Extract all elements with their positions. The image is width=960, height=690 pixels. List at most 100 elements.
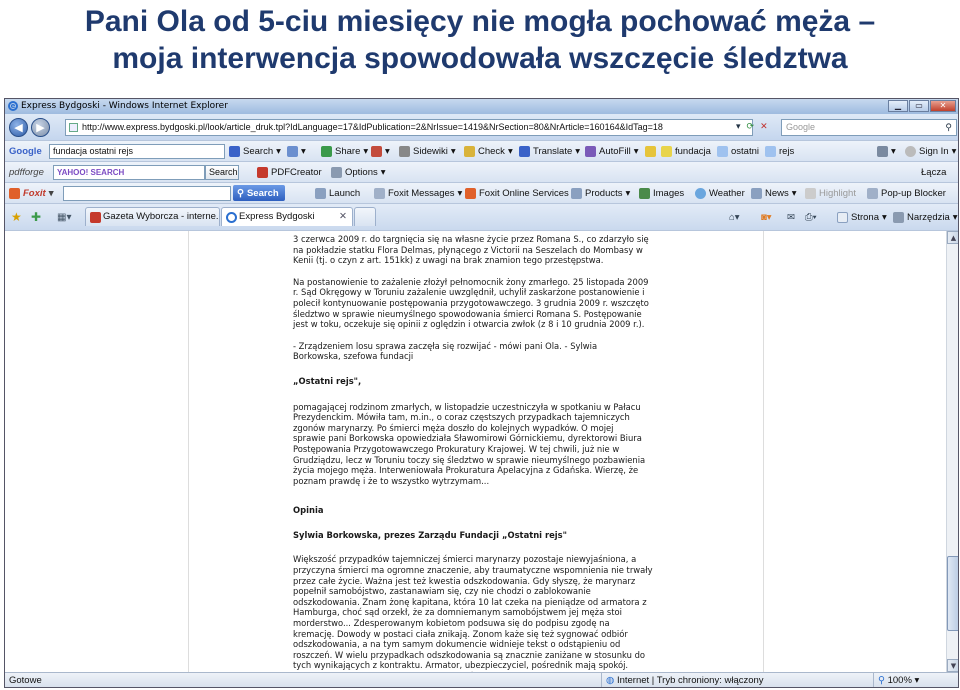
translate-label: Translate — [533, 145, 573, 157]
article-paragraph: Większość przypadków tajemniczej śmierci… — [293, 554, 653, 687]
chip-rejs-label: rejs — [779, 145, 795, 157]
foxit-messages-button[interactable]: Foxit Messages ▾ — [374, 183, 462, 203]
maximize-button[interactable]: ▭ — [909, 100, 929, 112]
tools-gear-icon — [893, 211, 904, 223]
address-dropdown-icon[interactable]: ▾ — [736, 121, 741, 132]
scroll-down-arrow[interactable]: ▼ — [947, 659, 958, 672]
foxit-search-button[interactable]: ⚲ Search — [233, 185, 285, 201]
zoom-control[interactable]: ⚲ 100% ▾ — [873, 673, 958, 687]
print-icon[interactable]: ⎙▾ — [805, 204, 817, 230]
page-content: 3 czerwca 2009 r. do targnięcia się na w… — [5, 231, 958, 687]
globe-icon: ◍ — [606, 675, 615, 686]
pdfcreator-label: PDFCreator — [271, 166, 322, 178]
autofill-button[interactable]: AutoFill ▾ — [585, 141, 638, 161]
images-button[interactable]: Images — [639, 183, 684, 203]
news-button[interactable]: News ▾ — [751, 183, 797, 203]
close-window-button[interactable]: ✕ — [930, 100, 956, 112]
google-bookmark-button[interactable]: ▾ — [287, 141, 306, 161]
autofill-label: AutoFill — [599, 145, 631, 157]
tools-menu-button[interactable]: Narzędzia ▾ — [893, 204, 958, 230]
tab-express-bydgoski[interactable]: Express Bydgoski ✕ — [221, 207, 353, 226]
launch-button[interactable]: Launch — [315, 183, 360, 203]
foxit-icon — [9, 187, 20, 199]
search-chip-rejs[interactable]: rejs — [765, 141, 794, 161]
close-tab-icon[interactable]: ✕ — [339, 208, 347, 226]
settings-wrench-icon[interactable]: ▾ — [877, 141, 896, 161]
yahoo-search-button[interactable]: Search — [205, 164, 239, 180]
products-button[interactable]: Products ▾ — [571, 183, 630, 203]
gazeta-favicon — [90, 212, 101, 223]
add-favorite-icon[interactable]: ✚ — [31, 204, 41, 230]
address-bar[interactable]: http://www.express.bydgoski.pl/look/arti… — [65, 119, 753, 136]
security-zone-label: Internet | Tryb chroniony: włączony — [616, 675, 764, 686]
opinion-heading: Opinia — [293, 505, 324, 516]
mail-icon[interactable]: ✉ — [787, 204, 795, 230]
tab-gazeta-wyborcza[interactable]: Gazeta Wyborcza - interne... — [85, 207, 220, 226]
search-icon[interactable]: ⚲ — [945, 120, 952, 135]
page-icon — [69, 123, 78, 132]
images-label: Images — [653, 187, 685, 199]
slide-title-line-1: Pani Ola od 5-ciu miesięcy nie mogła poc… — [84, 5, 876, 38]
opinion-author: Sylwia Borkowska, prezes Zarządu Fundacj… — [293, 529, 567, 540]
feeds-icon[interactable]: ◙▾ — [761, 204, 772, 230]
foxit-online-services-button[interactable]: Foxit Online Services — [465, 183, 569, 203]
page-menu-button[interactable]: Strona ▾ — [837, 204, 887, 230]
yahoo-search-input[interactable]: YAHOO! SEARCH — [53, 164, 205, 180]
highlight-button[interactable]: Highlight — [805, 183, 856, 203]
google-search-label: Search — [243, 145, 274, 157]
back-button[interactable]: ◀ — [9, 118, 28, 137]
tab-gazeta-label: Gazeta Wyborcza - interne... — [103, 211, 220, 222]
foxit-search-input[interactable] — [63, 185, 231, 201]
search-chip-fundacja[interactable]: fundacja — [661, 141, 711, 161]
news-label: News — [765, 187, 789, 199]
highlight-icon — [805, 187, 816, 199]
options-button[interactable]: Options ▾ — [331, 162, 386, 182]
spellcheck-icon — [464, 145, 475, 157]
search-chip-ostatni[interactable]: ostatni — [717, 141, 759, 161]
new-tab-button[interactable] — [354, 207, 376, 226]
search-placeholder: Google — [786, 122, 816, 132]
favorites-star-icon[interactable]: ★ — [11, 204, 22, 230]
vertical-scrollbar[interactable]: ▲ ▼ — [946, 231, 958, 672]
weather-icon — [695, 187, 706, 199]
scroll-thumb[interactable] — [947, 556, 958, 631]
check-button[interactable]: Check ▾ — [464, 141, 513, 161]
pdf-icon — [257, 166, 268, 178]
google-logo: Google — [9, 145, 42, 157]
minimize-button[interactable]: ▁ — [888, 100, 908, 112]
quick-tabs-icon[interactable]: ▦▾ — [57, 204, 71, 230]
popup-blocker-icon[interactable]: ▾ — [371, 141, 390, 161]
window-titlebar[interactable]: e Express Bydgoski - Windows Internet Ex… — [5, 99, 958, 114]
weather-button[interactable]: Weather — [695, 183, 745, 203]
google-toolbar: Google fundacja ostatni rejs Search ▾ ▾ S… — [5, 141, 958, 162]
stop-icon[interactable]: ✕ — [760, 121, 768, 132]
article-paragraph: Na postanowienie to zażalenie złożył peł… — [293, 276, 649, 330]
share-button[interactable]: Share ▾ — [321, 141, 368, 161]
status-text: Gotowe — [9, 675, 42, 686]
refresh-icon[interactable]: ⟳ — [747, 121, 755, 132]
wrench-icon — [877, 145, 888, 157]
autofill-icon — [585, 145, 596, 157]
forward-button[interactable]: ▶ — [31, 118, 50, 137]
slide-title-line-2: moja interwencja spowodowała wszczęcie ś… — [112, 42, 848, 75]
pdfcreator-button[interactable]: PDFCreator — [257, 162, 322, 182]
popup-blocker-button[interactable]: Pop-up Blocker — [867, 183, 946, 203]
scroll-up-arrow[interactable]: ▲ — [947, 231, 958, 244]
pen-icon — [645, 145, 656, 157]
sign-in-button[interactable]: Sign In ▾ — [905, 141, 956, 161]
address-row: ◀ ▶ http://www.express.bydgoski.pl/look/… — [5, 114, 958, 141]
tab-express-label: Express Bydgoski — [239, 211, 315, 222]
google-search-button[interactable]: Search ▾ — [229, 141, 281, 161]
google-query-input[interactable]: fundacja ostatni rejs — [49, 143, 225, 159]
page-menu-icon — [837, 211, 848, 223]
search-input[interactable]: Google ⚲ — [781, 119, 957, 136]
translate-button[interactable]: Translate ▾ — [519, 141, 580, 161]
security-zone[interactable]: ◍ Internet | Tryb chroniony: włączony — [601, 673, 851, 687]
highlight-pen-icon[interactable] — [645, 141, 656, 161]
links-button[interactable]: Łącza — [921, 162, 946, 182]
sidewiki-button[interactable]: Sidewiki ▾ — [399, 141, 456, 161]
home-icon[interactable]: ⌂▾ — [729, 204, 740, 230]
pdfforge-toolbar: pdfforge YAHOO! SEARCH Search PDFCreator… — [5, 162, 958, 183]
images-icon — [639, 187, 650, 199]
share-icon — [321, 145, 332, 157]
